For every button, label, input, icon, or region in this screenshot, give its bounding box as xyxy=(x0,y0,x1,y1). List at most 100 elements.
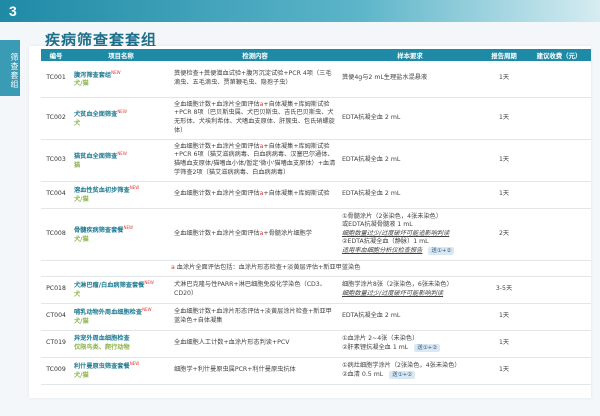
sample-line: 细胞学涂片8张（2张染色，6张未染色） xyxy=(342,280,453,288)
row-fee xyxy=(527,208,591,261)
row-cycle: 1天 xyxy=(481,303,527,331)
sample-line: ②肝素锂抗凝全血 1 mL xyxy=(342,343,409,351)
row-sample: 粪便4g与2 mL生理盐水混悬液 xyxy=(339,61,481,98)
row-name: 异宠外周血细胞检查 仅限鸟类、爬行动物 xyxy=(71,330,171,358)
footnote: a 血涂片全面评估包括：血涂片形态检查+淡黄层评估+新亚甲蓝染色 xyxy=(41,260,591,277)
new-badge: NEW xyxy=(142,307,152,313)
row-fee xyxy=(527,61,591,98)
table-row: TC004 溶血性贫血初步筛查NEW 犬/猫 全血细胞计数+血涂片全面评估a+自体… xyxy=(41,181,591,209)
new-badge: NEW xyxy=(129,185,140,191)
row-cycle: 1天 xyxy=(481,61,527,98)
row-fee xyxy=(527,330,591,358)
row-code: CT019 xyxy=(41,330,71,358)
name-text: 利什曼原虫筛查套餐 xyxy=(74,363,130,371)
name-text: 腹泻筛查套组 xyxy=(74,71,112,79)
name-text: 犬淋巴瘤/白血病筛查套餐 xyxy=(74,282,145,290)
row-code: TC008 xyxy=(41,208,71,261)
col-code: 编号 xyxy=(41,49,71,61)
species-text: 犬 xyxy=(74,119,81,127)
new-badge: NEW xyxy=(117,108,127,114)
row-content: 全血细胞计数+血涂片形态评估+淡黄层涂片检查+新亚甲蓝染色+自体凝集 xyxy=(171,303,339,331)
species-text: 犬/猫 xyxy=(74,235,89,243)
species-text: 仅限鸟类、爬行动物 xyxy=(74,343,130,351)
row-code: TC003 xyxy=(41,139,71,182)
species-text: 犬/猫 xyxy=(74,80,89,88)
sample-line: ②EDTA抗凝全血（静脉）1 mL xyxy=(342,238,429,246)
row-content: 粪便检查+粪便潜血试验+腹泻沉淀试验+PCR 4项（三毛滴虫、五毛滴虫、贾第鞭毛… xyxy=(171,61,339,98)
row-cycle: 3-5天 xyxy=(481,276,527,304)
table-row: TC001 腹泻筛查套组NEW 犬/猫 粪便检查+粪便潜血试验+腹泻沉淀试验+PC… xyxy=(41,61,591,98)
row-code: TC002 xyxy=(41,97,71,140)
row-fee xyxy=(527,181,591,209)
side-tab[interactable]: 筛查套组 xyxy=(0,40,20,96)
table-row: TC008 骨髓疾病筛查套餐NEW 犬/猫 全血细胞计数+血涂片全面评估a+骨髓涂… xyxy=(41,208,591,261)
col-cycle: 报告周期 xyxy=(481,49,527,61)
sample-line: 细胞数量过少/过度破坏可能追影响判读 xyxy=(342,229,450,237)
row-content: 全血细胞计数+血涂片全面评估a+骨髓涂片细胞学 xyxy=(171,208,339,261)
row-sample: EDTA抗凝全血 2 mL xyxy=(339,181,481,209)
row-name: 哺乳动物外周血细胞检查NEW 犬/猫 xyxy=(71,303,171,331)
row-content: 全血细胞人工计数+血涂片形态判读+PCV xyxy=(171,330,339,358)
row-cycle: 1天 xyxy=(481,97,527,140)
row-code: PC018 xyxy=(41,276,71,304)
row-name: 骨髓疾病筛查套餐NEW 犬/猫 xyxy=(71,208,171,261)
new-badge: NEW xyxy=(117,150,127,156)
row-name: 溶血性贫血初步筛查NEW 犬/猫 xyxy=(71,181,171,209)
row-fee xyxy=(527,97,591,140)
row-sample: 细胞学涂片8张（2张染色，6张未染色） 细胞数量过少/过度破坏可能影响判读 xyxy=(339,276,481,304)
row-code: TC009 xyxy=(41,357,71,385)
species-text: 犬 xyxy=(74,291,81,299)
row-code: CT004 xyxy=(41,303,71,331)
sample-line: ①骨髓涂片（2张染色，4张未染色） xyxy=(342,212,443,220)
screening-table: 编号 项目名称 检测内容 样本要求 报告周期 建议收费（元） TC001 腹泻筛… xyxy=(41,49,591,385)
name-text: 哺乳动物外周血细胞检查 xyxy=(74,309,143,317)
col-content: 检测内容 xyxy=(171,49,339,61)
row-code: TC004 xyxy=(41,181,71,209)
table-row: CT004 哺乳动物外周血细胞检查NEW 犬/猫 全血细胞计数+血涂片形态评估+淡… xyxy=(41,303,591,331)
row-code: TC001 xyxy=(41,61,71,98)
new-badge: NEW xyxy=(111,69,121,75)
row-sample: EDTA抗凝全血 2 mL xyxy=(339,139,481,182)
row-name: 利什曼原虫筛查套餐NEW 犬/猫 xyxy=(71,357,171,385)
sample-line: 适用率血细胞分析仪检查报告 xyxy=(342,246,423,254)
row-sample: ①骨髓涂片（2张染色，4张未染色） 或EDTA抗凝骨髓液 1 mL 细胞数量过少… xyxy=(339,208,481,261)
row-name: 犬淋巴瘤/白血病筛查套餐NEW 犬 xyxy=(71,276,171,304)
sample-line: ①病灶细胞学涂片（2张染色，4张未染色） xyxy=(342,361,461,369)
row-sample: ①血涂片 2~4张（未染色） ②肝素锂抗凝全血 1 mL 送①+② xyxy=(339,330,481,358)
sample-line: 或EDTA抗凝骨髓液 1 mL xyxy=(342,221,413,229)
row-name: 猫贫血全面筛查NEW 猫 xyxy=(71,139,171,182)
top-banner xyxy=(0,0,600,22)
col-name: 项目名称 xyxy=(71,49,171,61)
species-text: 犬/猫 xyxy=(74,318,89,326)
species-text: 犬/猫 xyxy=(74,372,89,380)
table-row: CT019 异宠外周血细胞检查 仅限鸟类、爬行动物 全血细胞人工计数+血涂片形态判… xyxy=(41,330,591,358)
row-fee xyxy=(527,357,591,385)
name-text: 异宠外周血细胞检查 xyxy=(74,334,130,342)
row-content: 全血细胞计数+血涂片全面评估a+自体凝集+库姆斯试验+PCR 8项（巴贝斯虫属、… xyxy=(171,97,339,140)
col-fee: 建议收费（元） xyxy=(527,49,591,61)
page-number: 3 xyxy=(9,3,17,19)
row-fee xyxy=(527,303,591,331)
new-badge: NEW xyxy=(144,280,154,286)
send-badge: 送①+② xyxy=(389,370,416,379)
row-content: 犬淋巴克隆与性PARR+淋巴细胞免疫化学染色（CD3、CD20） xyxy=(171,276,339,304)
sample-line: 细胞数量过少/过度破坏可能影响判读 xyxy=(342,289,444,297)
sample-line: ②血清 0.5 mL xyxy=(342,370,384,378)
row-content: 全血细胞计数+血涂片全面评估a+自体凝集+库姆斯试验+PCR 6项（猫艾滋病病毒… xyxy=(171,139,339,182)
send-badge: 送①+② xyxy=(428,246,455,255)
name-text: 骨髓疾病筛查套餐 xyxy=(74,226,124,234)
row-content: 细胞学+利什曼原虫属PCR+利什曼原虫抗体 xyxy=(171,357,339,385)
row-fee xyxy=(527,139,591,182)
row-sample: EDTA抗凝全血 2 mL xyxy=(339,97,481,140)
table-header-row: 编号 项目名称 检测内容 样本要求 报告周期 建议收费（元） xyxy=(41,49,591,61)
row-sample: EDTA抗凝全血 2 mL xyxy=(339,303,481,331)
species-text: 犬/猫 xyxy=(74,196,89,204)
sample-line: ①血涂片 2~4张（未染色） xyxy=(342,334,419,342)
row-fee xyxy=(527,276,591,304)
table-row: PC018 犬淋巴瘤/白血病筛查套餐NEW 犬 犬淋巴克隆与性PARR+淋巴细胞免… xyxy=(41,276,591,304)
row-cycle: 1天 xyxy=(481,181,527,209)
table-row: TC002 犬贫血全面筛查NEW 犬 全血细胞计数+血涂片全面评估a+自体凝集+库… xyxy=(41,97,591,140)
table-row: TC009 利什曼原虫筛查套餐NEW 犬/猫 细胞学+利什曼原虫属PCR+利什曼原… xyxy=(41,357,591,385)
col-sample: 样本要求 xyxy=(339,49,481,61)
row-name: 犬贫血全面筛查NEW 犬 xyxy=(71,97,171,140)
